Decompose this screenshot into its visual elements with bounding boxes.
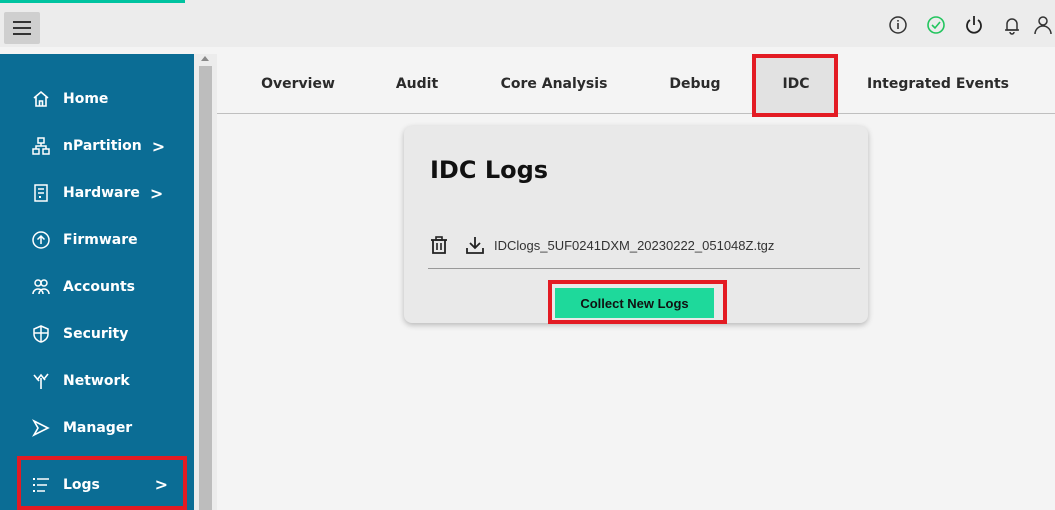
sidebar-item-label: Manager <box>63 420 133 436</box>
tab-core-analysis[interactable]: Core Analysis <box>490 54 618 114</box>
firmware-icon <box>31 230 51 250</box>
hamburger-menu-button[interactable] <box>4 12 40 44</box>
logs-highlight-box <box>17 456 187 510</box>
sidebar-item-label: nPartition <box>63 138 142 154</box>
tab-integrated-events[interactable]: Integrated Events <box>858 54 1018 114</box>
sidebar-item-label: Network <box>63 373 130 389</box>
sidebar-item-label: Accounts <box>63 279 136 295</box>
sidebar-item-label: Security <box>63 326 129 342</box>
sidebar-item-label: Hardware <box>63 185 140 201</box>
top-icons <box>879 10 1055 40</box>
manager-icon <box>31 418 51 438</box>
accounts-icon <box>31 277 51 297</box>
chevron-right-icon: > <box>149 183 164 203</box>
info-icon[interactable] <box>879 10 917 40</box>
divider <box>428 268 860 269</box>
partition-icon <box>31 136 51 156</box>
bell-icon[interactable] <box>993 10 1031 40</box>
log-file-row: IDClogs_5UF0241DXM_20230222_051048Z.tgz <box>428 230 774 260</box>
shield-icon <box>31 324 51 344</box>
sidebar-item-label: Home <box>63 91 109 107</box>
tab-overview[interactable]: Overview <box>246 54 350 114</box>
hardware-icon <box>31 183 51 203</box>
scroll-up-icon[interactable] <box>201 56 209 61</box>
tab-bar: Overview Audit Core Analysis Debug IDC I… <box>217 54 1055 114</box>
scrollbar-thumb[interactable] <box>199 66 212 510</box>
collect-button-highlight-box <box>548 280 727 324</box>
network-icon <box>31 371 51 391</box>
sidebar-scrollbar[interactable] <box>194 54 217 510</box>
tab-audit[interactable]: Audit <box>385 54 449 114</box>
tab-debug[interactable]: Debug <box>657 54 733 114</box>
top-bar <box>0 0 1055 47</box>
power-icon[interactable] <box>955 10 993 40</box>
sidebar-item-network[interactable]: Network <box>0 361 194 401</box>
sidebar-item-hardware[interactable]: Hardware > <box>0 173 194 213</box>
sidebar-item-security[interactable]: Security <box>0 314 194 354</box>
sidebar-item-npartition[interactable]: nPartition > <box>0 126 194 166</box>
user-icon[interactable] <box>1031 10 1055 40</box>
chevron-right-icon: > <box>151 136 166 156</box>
download-icon[interactable] <box>464 234 486 256</box>
card-title: IDC Logs <box>430 156 549 184</box>
sidebar: Home nPartition > Hardware > Firmware Ac… <box>0 54 194 510</box>
sidebar-item-label: Firmware <box>63 232 138 248</box>
log-file-name[interactable]: IDClogs_5UF0241DXM_20230222_051048Z.tgz <box>494 238 774 253</box>
trash-icon[interactable] <box>428 234 450 256</box>
sidebar-item-home[interactable]: Home <box>0 79 194 119</box>
sidebar-item-manager[interactable]: Manager <box>0 408 194 448</box>
idc-tab-highlight-box <box>752 54 838 117</box>
accent-strip <box>0 0 185 3</box>
status-ok-icon[interactable] <box>917 10 955 40</box>
sidebar-item-accounts[interactable]: Accounts <box>0 267 194 307</box>
hamburger-icon <box>13 21 31 35</box>
home-icon <box>31 89 51 109</box>
sidebar-item-firmware[interactable]: Firmware <box>0 220 194 260</box>
